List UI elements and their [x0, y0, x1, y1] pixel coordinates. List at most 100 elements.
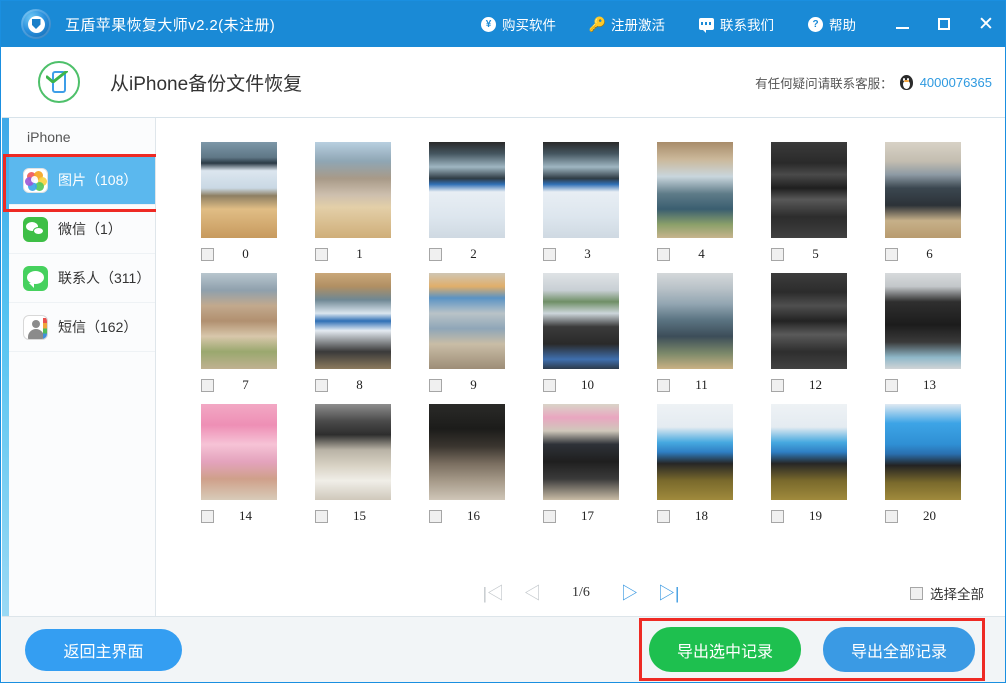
thumbnail-checkbox[interactable]	[429, 247, 442, 261]
next-page-button[interactable]: ▷	[621, 585, 638, 602]
page-header: 从iPhone备份文件恢复 有任何疑问请联系客服： 4000076365	[2, 47, 1005, 118]
menu-help[interactable]: ? 帮助	[791, 1, 873, 47]
contacts-icon	[23, 314, 48, 340]
thumbnail-image[interactable]	[771, 404, 847, 500]
thumbnail-footer: 20	[885, 503, 961, 529]
sidebar: iPhone 图片（108） 微信（1） 联系人（311） 短信（162）	[3, 118, 161, 616]
question-circle-icon: ?	[808, 16, 823, 32]
thumbnail-checkbox[interactable]	[543, 378, 556, 392]
menu-contact-us[interactable]: 联系我们	[682, 1, 791, 47]
thumbnail-checkbox[interactable]	[543, 247, 556, 261]
thumbnail-cell: 5	[752, 142, 866, 267]
sidebar-device-label: iPhone	[9, 118, 155, 156]
thumbnail-checkbox[interactable]	[885, 509, 898, 523]
menu-contact-us-label: 联系我们	[720, 18, 774, 33]
thumbnail-image[interactable]	[201, 404, 277, 500]
thumbnail-art	[657, 142, 733, 238]
thumbnail-cell: 19	[752, 404, 866, 529]
page-indicator: 1/6	[572, 585, 590, 600]
thumbnail-art	[657, 273, 733, 369]
thumbnail-image[interactable]	[543, 142, 619, 238]
thumbnail-footer: 6	[885, 241, 961, 267]
thumbnail-image[interactable]	[315, 404, 391, 500]
qq-penguin-icon[interactable]	[899, 74, 914, 91]
back-to-main-button[interactable]: 返回主界面	[25, 628, 182, 671]
select-all-checkbox[interactable]	[910, 586, 923, 600]
select-all-label: 选择全部	[930, 587, 984, 602]
thumbnail-checkbox[interactable]	[771, 247, 784, 261]
thumbnail-index-label: 20	[923, 508, 936, 523]
thumbnail-image[interactable]	[885, 142, 961, 238]
last-page-button[interactable]: ▷|	[658, 585, 679, 602]
thumbnail-image[interactable]	[201, 142, 277, 238]
thumbnail-checkbox[interactable]	[543, 509, 556, 523]
thumbnail-art	[657, 404, 733, 500]
thumbnail-image[interactable]	[429, 404, 505, 500]
thumbnail-checkbox[interactable]	[885, 247, 898, 261]
thumbnail-checkbox[interactable]	[201, 247, 214, 261]
thumbnail-index-label: 15	[353, 508, 366, 523]
maximize-button[interactable]	[923, 1, 965, 47]
support-text: 有任何疑问请联系客服：	[755, 76, 893, 91]
thumbnail-art	[543, 142, 619, 238]
thumbnail-footer: 18	[657, 503, 733, 529]
page-title: 从iPhone备份文件恢复	[110, 73, 303, 95]
prev-page-button[interactable]: ◁	[524, 585, 541, 602]
messages-icon	[23, 265, 48, 291]
thumbnail-checkbox[interactable]	[657, 247, 670, 261]
thumbnail-footer: 0	[201, 241, 277, 267]
thumbnail-checkbox[interactable]	[771, 509, 784, 523]
sidebar-item-sms[interactable]: 短信（162）	[9, 303, 155, 352]
thumbnail-grid-wrapper: 0 1 2 3 4 5 6 7 8 9 10 11 12 13 14 15 16 17 18 19 20	[156, 118, 1005, 570]
thumbnail-checkbox[interactable]	[201, 378, 214, 392]
sidebar-item-photos[interactable]: 图片（108）	[3, 154, 161, 212]
select-all-control[interactable]: 选择全部	[910, 583, 984, 603]
sidebar-item-contacts[interactable]: 联系人（311）	[9, 254, 155, 303]
thumbnail-art	[771, 273, 847, 369]
thumbnail-image[interactable]	[771, 142, 847, 238]
thumbnail-image[interactable]	[543, 404, 619, 500]
menu-buy-software[interactable]: ¥ 购买软件	[464, 1, 573, 47]
content-area: 0 1 2 3 4 5 6 7 8 9 10 11 12 13 14 15 16 17 18 19 20 |◁ ◁ 1/…	[156, 118, 1005, 616]
thumbnail-image[interactable]	[885, 404, 961, 500]
thumbnail-checkbox[interactable]	[657, 509, 670, 523]
thumbnail-image[interactable]	[315, 142, 391, 238]
application-window: 互盾苹果恢复大师v2.2(未注册) ¥ 购买软件 🔑 注册激活 联系我们 ? 帮…	[0, 0, 1006, 683]
thumbnail-checkbox[interactable]	[315, 247, 328, 261]
thumbnail-art	[885, 404, 961, 500]
yuan-circle-icon: ¥	[481, 16, 496, 32]
minimize-button[interactable]	[881, 1, 923, 47]
app-logo-icon	[21, 9, 51, 39]
thumbnail-image[interactable]	[771, 273, 847, 369]
thumbnail-checkbox[interactable]	[315, 378, 328, 392]
thumbnail-image[interactable]	[201, 273, 277, 369]
thumbnail-checkbox[interactable]	[885, 378, 898, 392]
thumbnail-checkbox[interactable]	[771, 378, 784, 392]
thumbnail-checkbox[interactable]	[429, 378, 442, 392]
thumbnail-cell: 8	[296, 273, 410, 398]
thumbnail-cell: 13	[866, 273, 980, 398]
thumbnail-image[interactable]	[543, 273, 619, 369]
support-phone[interactable]: 4000076365	[920, 75, 992, 90]
thumbnail-image[interactable]	[657, 273, 733, 369]
thumbnail-image[interactable]	[315, 273, 391, 369]
menu-register-activate[interactable]: 🔑 注册激活	[573, 1, 682, 47]
thumbnail-checkbox[interactable]	[315, 509, 328, 523]
export-selected-button[interactable]: 导出选中记录	[649, 627, 801, 672]
thumbnail-footer: 5	[771, 241, 847, 267]
sidebar-item-wechat[interactable]: 微信（1）	[9, 205, 155, 254]
thumbnail-art	[429, 142, 505, 238]
thumbnail-image[interactable]	[885, 273, 961, 369]
thumbnail-checkbox[interactable]	[429, 509, 442, 523]
thumbnail-checkbox[interactable]	[657, 378, 670, 392]
export-all-button[interactable]: 导出全部记录	[823, 627, 975, 672]
thumbnail-checkbox[interactable]	[201, 509, 214, 523]
sidebar-item-wechat-label: 微信（1）	[58, 221, 122, 237]
first-page-button[interactable]: |◁	[483, 585, 504, 602]
thumbnail-image[interactable]	[657, 404, 733, 500]
thumbnail-image[interactable]	[657, 142, 733, 238]
close-button[interactable]: ✕	[965, 1, 1005, 47]
thumbnail-index-label: 10	[581, 377, 594, 392]
thumbnail-image[interactable]	[429, 142, 505, 238]
thumbnail-image[interactable]	[429, 273, 505, 369]
